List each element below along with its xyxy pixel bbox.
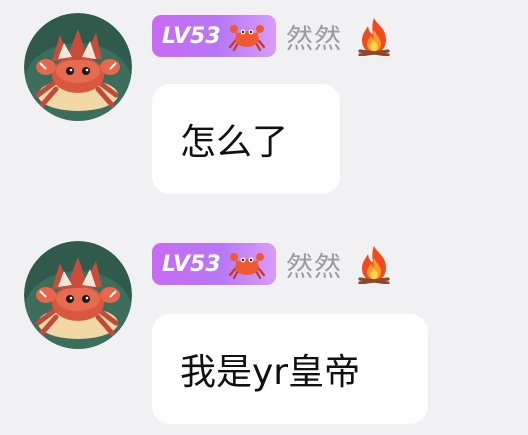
message-bubble[interactable]: 我是yr皇帝: [152, 314, 428, 424]
message-meta: LV53 然然: [152, 242, 392, 286]
crab-character-avatar-icon: [24, 241, 132, 349]
crab-character-avatar-icon: [24, 13, 132, 121]
message-meta: LV53 然然: [152, 14, 392, 58]
level-label: LV53: [162, 251, 221, 277]
level-badge[interactable]: LV53: [152, 15, 276, 57]
message-bubble[interactable]: 怎么了: [152, 84, 340, 194]
username[interactable]: 然然: [286, 245, 342, 284]
crab-icon: [228, 21, 265, 52]
level-badge[interactable]: LV53: [152, 243, 276, 285]
fire-icon: [356, 244, 392, 285]
username[interactable]: 然然: [286, 17, 342, 56]
avatar[interactable]: [24, 241, 132, 349]
crab-icon: [228, 249, 265, 280]
avatar[interactable]: [24, 13, 132, 121]
fire-icon: [356, 16, 392, 57]
level-label: LV53: [162, 23, 221, 49]
